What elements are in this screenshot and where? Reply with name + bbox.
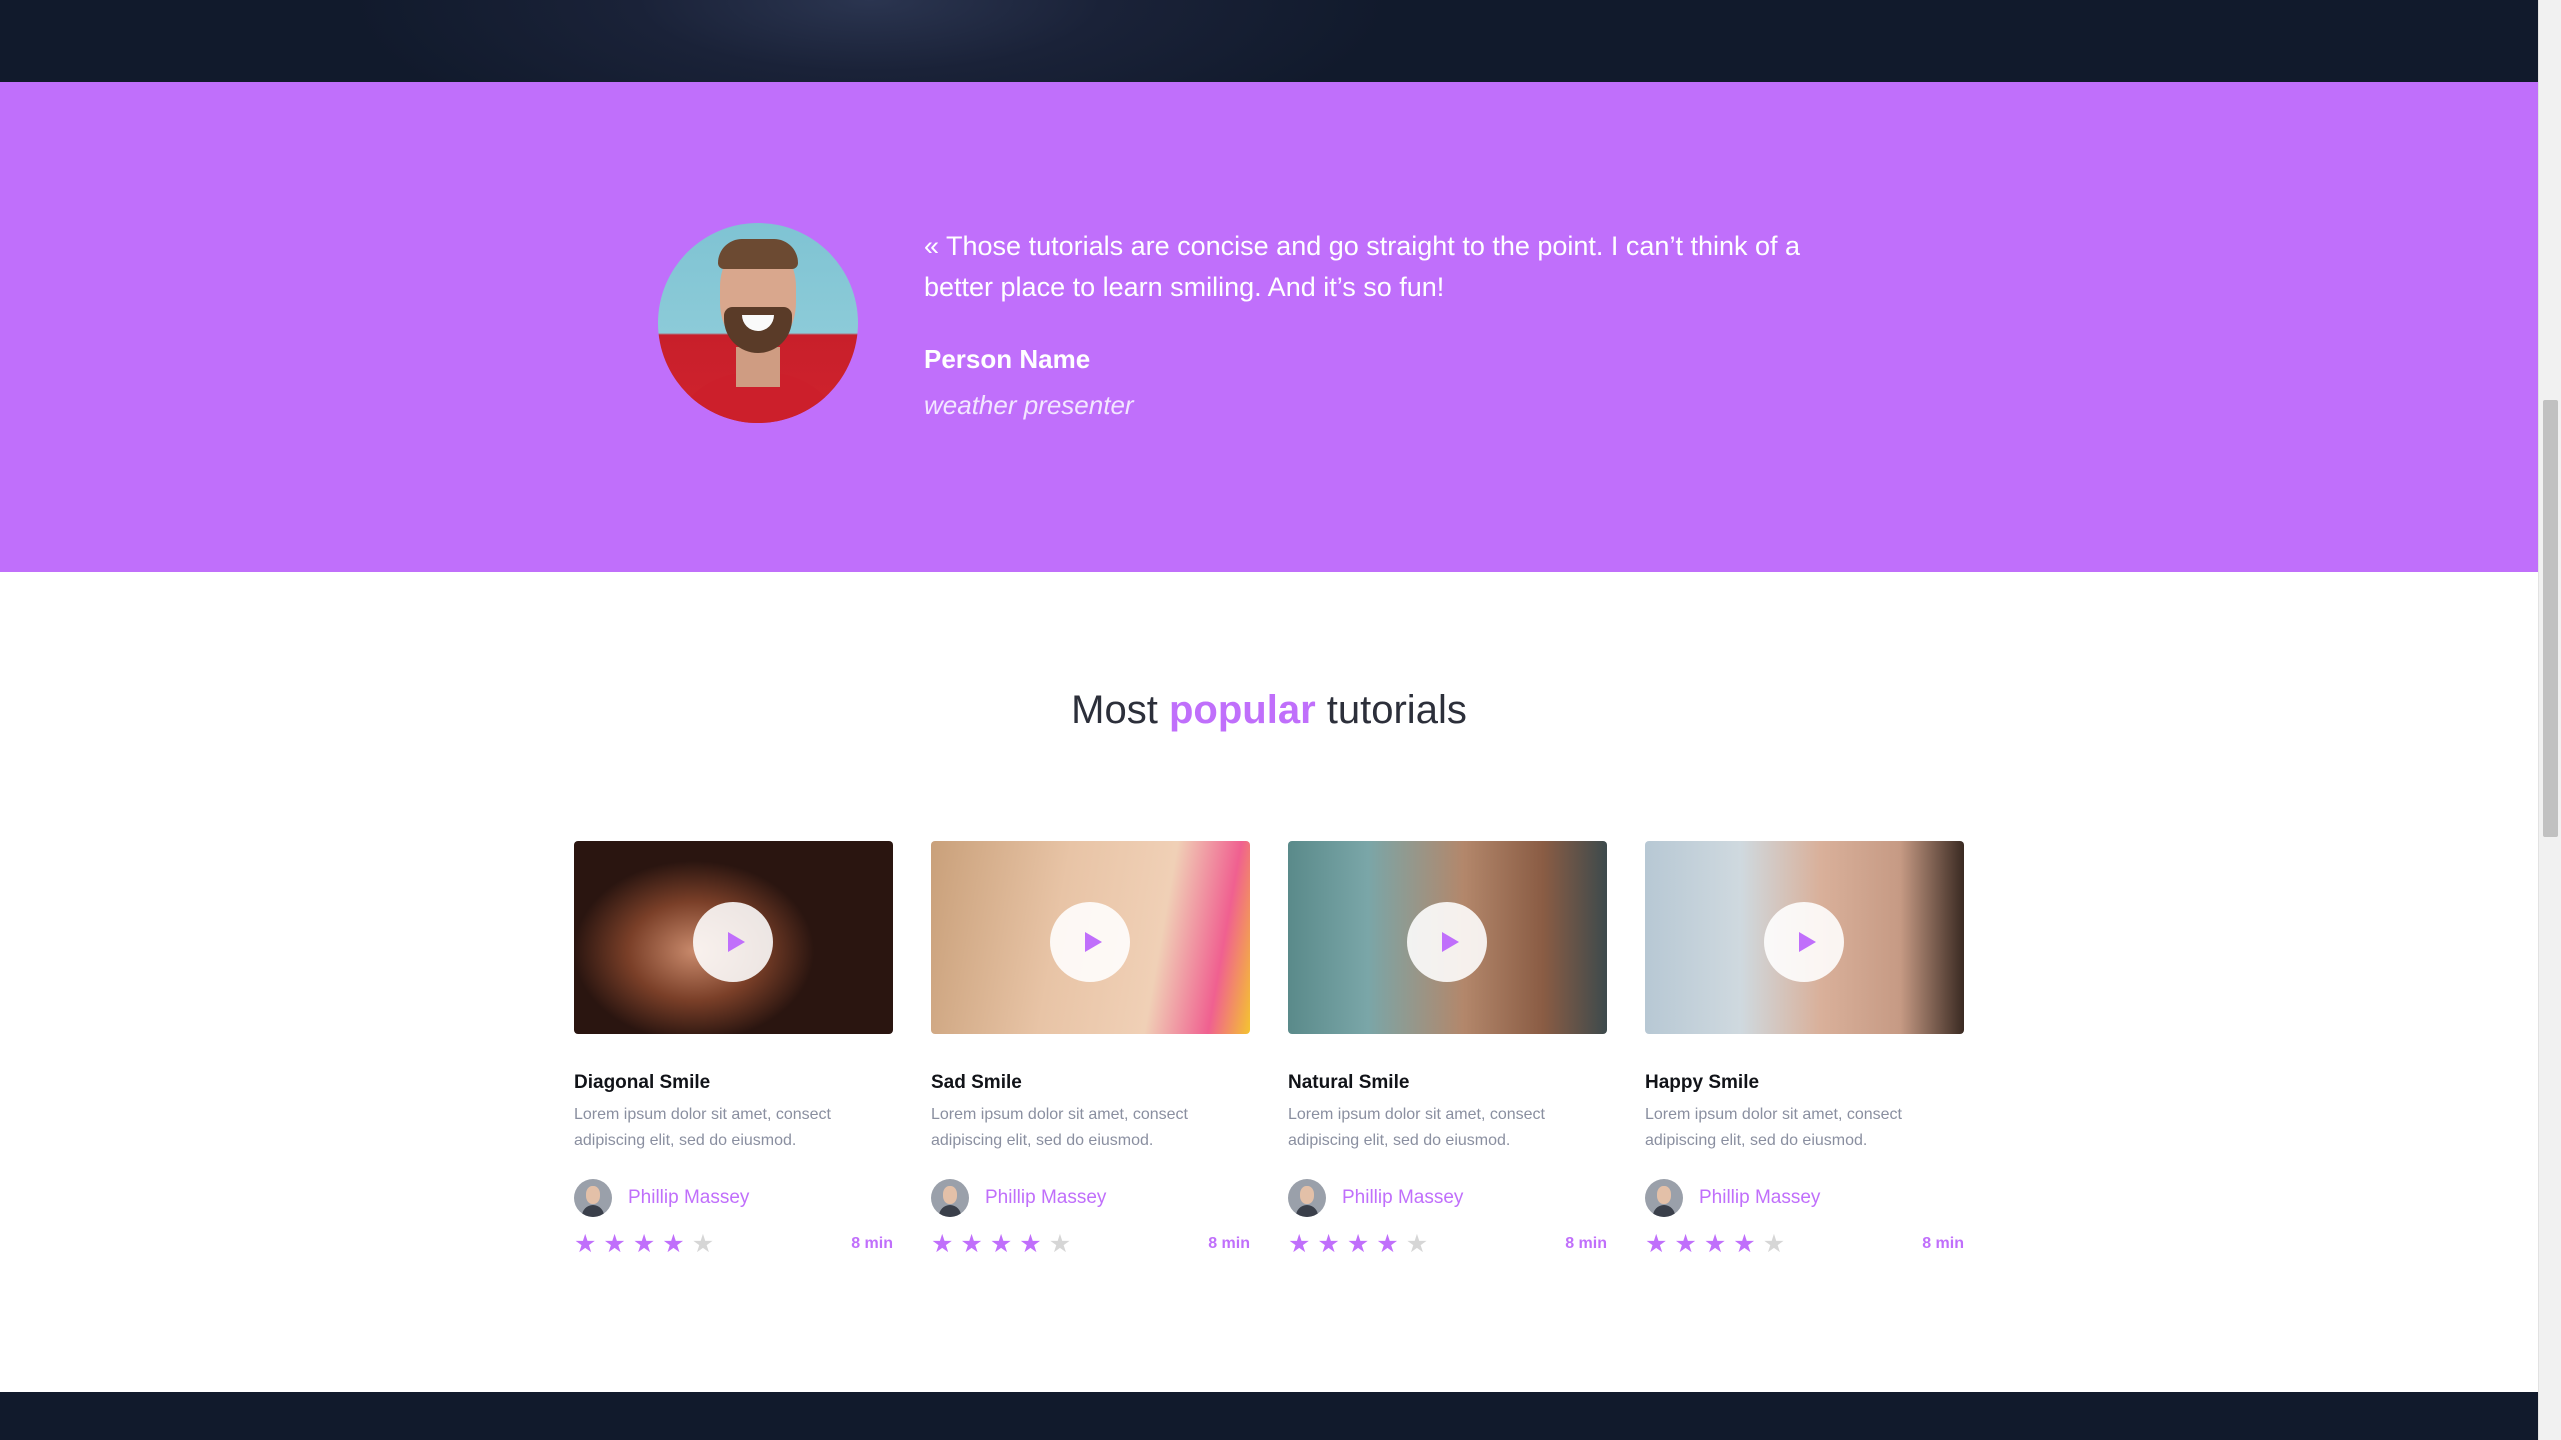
author-name[interactable]: Phillip Massey (628, 1187, 749, 1209)
tutorial-meta: ★ ★ ★ ★ ★ 8 min (931, 1229, 1250, 1259)
play-icon[interactable] (1407, 902, 1487, 982)
author-avatar (931, 1179, 969, 1217)
star-filled-icon: ★ (1645, 1229, 1668, 1258)
tutorial-thumbnail[interactable] (931, 841, 1250, 1034)
tutorial-meta: ★ ★ ★ ★ ★ 8 min (574, 1229, 893, 1259)
star-filled-icon: ★ (574, 1229, 597, 1258)
tutorial-description: Lorem ipsum dolor sit amet, consect adip… (931, 1106, 1188, 1149)
author-avatar (574, 1179, 612, 1217)
section-title-accent: popular (1168, 688, 1316, 732)
footer-top-edge (0, 1392, 2538, 1440)
star-filled-icon: ★ (1288, 1229, 1311, 1258)
play-icon[interactable] (693, 902, 773, 982)
testimonial-avatar (658, 223, 858, 423)
tutorial-thumbnail[interactable] (1645, 841, 1964, 1034)
author-avatar (1288, 1179, 1326, 1217)
star-filled-icon: ★ (632, 1229, 656, 1258)
star-filled-icon: ★ (931, 1229, 954, 1258)
section-title-before: Most (1071, 688, 1158, 732)
tutorial-card[interactable]: Diagonal Smile Lorem ipsum dolor sit ame… (574, 841, 893, 1259)
star-filled-icon: ★ (1376, 1229, 1399, 1258)
tutorial-description: Lorem ipsum dolor sit amet, consect adip… (1288, 1106, 1545, 1149)
star-filled-icon: ★ (1317, 1229, 1340, 1258)
star-empty-icon: ★ (691, 1229, 715, 1258)
tutorial-author[interactable]: Phillip Massey (574, 1179, 893, 1217)
tutorial-author[interactable]: Phillip Massey (1645, 1179, 1964, 1217)
tutorial-thumbnail[interactable] (574, 841, 893, 1034)
star-filled-icon: ★ (960, 1229, 983, 1258)
tutorial-thumbnail[interactable] (1288, 841, 1607, 1034)
tutorial-duration: 8 min (1565, 1235, 1607, 1252)
rating-stars: ★ ★ ★ ★ ★ (1645, 1229, 1786, 1258)
rating-stars: ★ ★ ★ ★ ★ (1288, 1229, 1429, 1258)
author-name[interactable]: Phillip Massey (1699, 1187, 1820, 1209)
tutorial-duration: 8 min (1208, 1235, 1250, 1252)
rating-stars: ★ ★ ★ ★ ★ (931, 1229, 1072, 1258)
tutorial-meta: ★ ★ ★ ★ ★ 8 min (1288, 1229, 1607, 1259)
testimonial-quote: « Those tutorials are concise and go str… (924, 231, 1801, 302)
play-icon[interactable] (1764, 902, 1844, 982)
tutorial-title[interactable]: Natural Smile (1288, 1072, 1607, 1094)
author-avatar (1645, 1179, 1683, 1217)
star-empty-icon: ★ (1405, 1229, 1429, 1258)
hero-bottom-edge (0, 0, 2538, 82)
tutorial-meta: ★ ★ ★ ★ ★ 8 min (1645, 1229, 1964, 1259)
tutorial-duration: 8 min (1922, 1235, 1964, 1252)
scrollbar-thumb[interactable] (2543, 400, 2558, 837)
page: « Those tutorials are concise and go str… (0, 0, 2561, 1440)
tutorial-card[interactable]: Sad Smile Lorem ipsum dolor sit amet, co… (931, 841, 1250, 1259)
tutorial-card[interactable]: Happy Smile Lorem ipsum dolor sit amet, … (1645, 841, 1964, 1259)
star-filled-icon: ★ (989, 1229, 1013, 1258)
tutorial-title[interactable]: Sad Smile (931, 1072, 1250, 1094)
tutorial-description: Lorem ipsum dolor sit amet, consect adip… (574, 1106, 831, 1149)
testimonial-section (0, 82, 2538, 572)
star-empty-icon: ★ (1762, 1229, 1786, 1258)
author-name[interactable]: Phillip Massey (1342, 1187, 1463, 1209)
tutorial-title[interactable]: Diagonal Smile (574, 1072, 893, 1094)
tutorial-author[interactable]: Phillip Massey (1288, 1179, 1607, 1217)
star-filled-icon: ★ (1019, 1229, 1042, 1258)
star-filled-icon: ★ (662, 1229, 685, 1258)
testimonial-person-name: Person Name (924, 344, 1091, 374)
author-name[interactable]: Phillip Massey (985, 1187, 1106, 1209)
tutorial-title[interactable]: Happy Smile (1645, 1072, 1964, 1094)
star-filled-icon: ★ (1703, 1229, 1727, 1258)
page-scrollbar[interactable] (2538, 0, 2561, 1440)
star-filled-icon: ★ (1674, 1229, 1697, 1258)
star-filled-icon: ★ (1346, 1229, 1370, 1258)
rating-stars: ★ ★ ★ ★ ★ (574, 1229, 715, 1258)
tutorial-description: Lorem ipsum dolor sit amet, consect adip… (1645, 1106, 1902, 1149)
play-icon[interactable] (1050, 902, 1130, 982)
star-filled-icon: ★ (1733, 1229, 1756, 1258)
section-title: Most popular tutorials (0, 688, 2538, 733)
star-filled-icon: ★ (603, 1229, 626, 1258)
section-title-after: tutorials (1326, 688, 1467, 732)
testimonial-person-role: weather presenter (924, 390, 1134, 420)
tutorial-card[interactable]: Natural Smile Lorem ipsum dolor sit amet… (1288, 841, 1607, 1259)
star-empty-icon: ★ (1048, 1229, 1072, 1258)
tutorial-author[interactable]: Phillip Massey (931, 1179, 1250, 1217)
tutorial-duration: 8 min (851, 1235, 893, 1252)
